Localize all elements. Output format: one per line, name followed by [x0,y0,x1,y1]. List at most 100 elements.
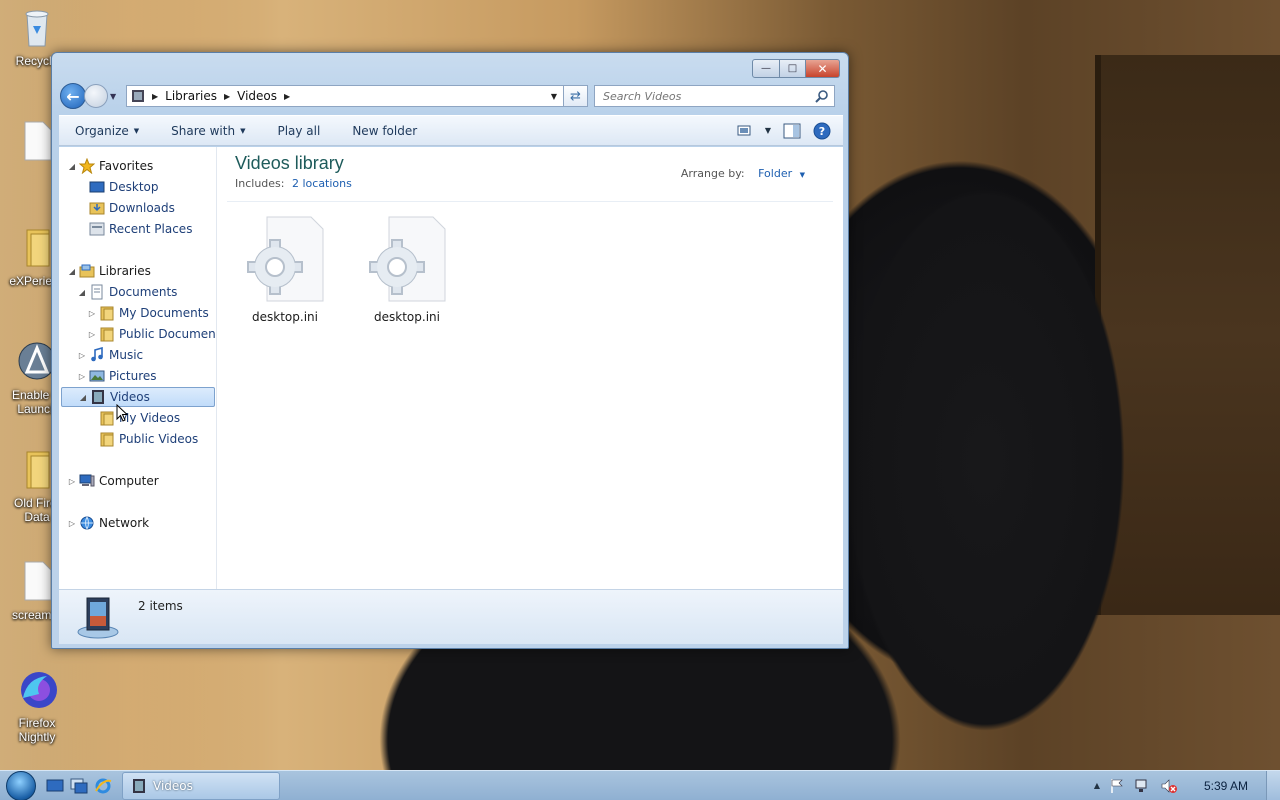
nav-recent-places[interactable]: Recent Places [77,219,192,239]
arrow-left-icon: ← [66,86,80,106]
nav-computer[interactable]: ▷ Computer [67,471,159,491]
forward-button[interactable] [84,84,108,108]
search-box[interactable] [594,85,835,107]
change-view-icon[interactable] [737,124,753,138]
includes-locations-link[interactable]: 2 locations [292,177,352,190]
taskbar-videos-window[interactable]: Videos [122,771,280,800]
network-status-icon[interactable] [1134,778,1150,794]
nav-my-documents[interactable]: ▷ My Documents [87,303,209,323]
nav-public-videos[interactable]: Public Videos [87,429,198,449]
play-all-button[interactable]: Play all [261,124,336,138]
folder-icon [100,411,114,426]
quicklaunch-internet-explorer[interactable] [92,775,114,797]
share-with-button[interactable]: Share with ▼ [155,124,261,138]
switch-windows-icon [70,778,88,793]
breadcrumb-separator-icon: ▶ [152,91,159,101]
show-hidden-icons-icon[interactable]: ▲ [1094,781,1100,790]
arrange-label: Arrange by: [680,167,745,180]
nav-desktop[interactable]: Desktop [77,177,159,197]
nav-favorites[interactable]: ◢ Favorites [67,156,153,176]
minimize-button[interactable]: — [752,59,780,78]
collapse-icon[interactable]: ◢ [78,393,88,402]
breadcrumb-separator-icon: ▶ [223,91,231,101]
show-desktop-button[interactable] [1266,770,1280,800]
expand-icon[interactable]: ▷ [67,519,77,528]
clock[interactable]: 5:39 AM [1204,779,1248,793]
navigation-pane[interactable]: ◢ Favorites Desktop Downloads Recent Pla… [59,147,217,589]
desktop-icon-label: Firefox Nightly [18,716,56,744]
desktop-icon-firefox-nightly[interactable]: Firefox Nightly [0,668,74,744]
nav-music[interactable]: ▷ Music [77,345,143,365]
maximize-button[interactable]: □ [780,59,806,78]
windows-logo-icon [6,770,36,800]
expand-icon[interactable]: ▷ [77,351,87,360]
view-menu-icon[interactable]: ▼ [765,126,771,135]
nav-network[interactable]: ▷ Network [67,513,149,533]
address-bar[interactable]: ▶ Libraries ▶ Videos ▶ ▼ [126,85,564,107]
refresh-button[interactable]: ⇄ [564,85,588,107]
expand-icon[interactable]: ▷ [67,477,77,486]
nav-libraries[interactable]: ◢ Libraries [67,261,151,281]
nav-label: Pictures [109,369,157,383]
chevron-down-icon: ▼ [133,126,140,135]
nav-label: Music [109,348,144,362]
address-dropdown-icon[interactable]: ▼ [551,92,557,101]
desktop-icon [89,181,105,193]
new-folder-button[interactable]: New folder [336,124,433,138]
computer-icon [79,474,95,487]
includes-label: Includes: [235,177,285,190]
file-item[interactable]: desktop.ini [235,215,335,324]
quicklaunch-show-desktop[interactable] [44,775,66,797]
nav-label: Computer [99,474,159,488]
recent-pages-button[interactable]: ▼ [110,92,122,101]
nav-downloads[interactable]: Downloads [77,198,175,218]
nav-videos[interactable]: ◢ Videos [61,387,215,407]
arrange-value-button[interactable]: Folder [758,167,792,180]
mouse-cursor-icon [116,404,128,422]
nav-pictures[interactable]: ▷ Pictures [77,366,157,386]
breadcrumb-separator-icon[interactable]: ▶ [284,92,290,101]
volume-muted-icon[interactable] [1160,778,1178,794]
recycle-bin-icon [25,10,49,47]
expand-icon[interactable]: ▷ [87,309,97,318]
nav-my-videos[interactable]: My Videos [87,408,180,428]
chevron-down-icon: ▼ [110,91,117,101]
back-button[interactable]: ← [60,83,86,109]
file-item[interactable]: desktop.ini [357,215,457,324]
collapse-icon[interactable]: ◢ [67,162,77,171]
expand-icon[interactable]: ▷ [87,330,97,339]
nav-label: Favorites [99,159,154,173]
close-button[interactable]: ✕ [806,59,840,78]
file-view[interactable]: Videos library Includes: 2 locations Arr… [217,147,843,589]
nav-label: Public Documents [119,327,217,341]
help-icon[interactable]: ? [813,122,831,140]
nav-public-documents[interactable]: ▷ Public Documents [87,324,217,344]
chevron-down-icon: ▼ [240,126,246,135]
nav-documents[interactable]: ◢ Documents [77,282,177,302]
search-input[interactable] [603,89,803,103]
collapse-icon[interactable]: ◢ [67,267,77,276]
caption-buttons: — □ ✕ [752,59,840,78]
show-desktop-icon [46,779,64,791]
details-pane: 2 items [59,589,843,644]
expand-icon[interactable]: ▷ [77,372,87,381]
search-icon[interactable] [815,89,829,103]
folder-icon [100,327,114,342]
file-name: desktop.ini [252,310,318,324]
action-center-flag-icon[interactable] [1110,778,1124,794]
chevron-down-icon[interactable]: ▼ [800,171,805,179]
breadcrumb-libraries[interactable]: Libraries [165,89,217,103]
content-area: ◢ Favorites Desktop Downloads Recent Pla… [59,147,843,589]
organize-button[interactable]: Organize ▼ [59,124,155,138]
explorer-window[interactable]: — □ ✕ ← ▼ ▶ Libraries ▶ Videos ▶ ▼ ⇄ Sea… [51,52,849,649]
collapse-icon[interactable]: ◢ [77,288,87,297]
view-controls: ▼ ? [737,122,843,140]
taskbar: Videos ▲ 5:39 AM [0,770,1280,800]
network-icon [80,516,94,530]
nav-label: My Documents [119,306,209,320]
start-button[interactable] [0,770,42,800]
downloads-folder-icon [89,202,105,215]
breadcrumb-videos[interactable]: Videos [237,89,277,103]
preview-pane-icon[interactable] [783,123,801,139]
quicklaunch-switch-windows[interactable] [68,775,90,797]
